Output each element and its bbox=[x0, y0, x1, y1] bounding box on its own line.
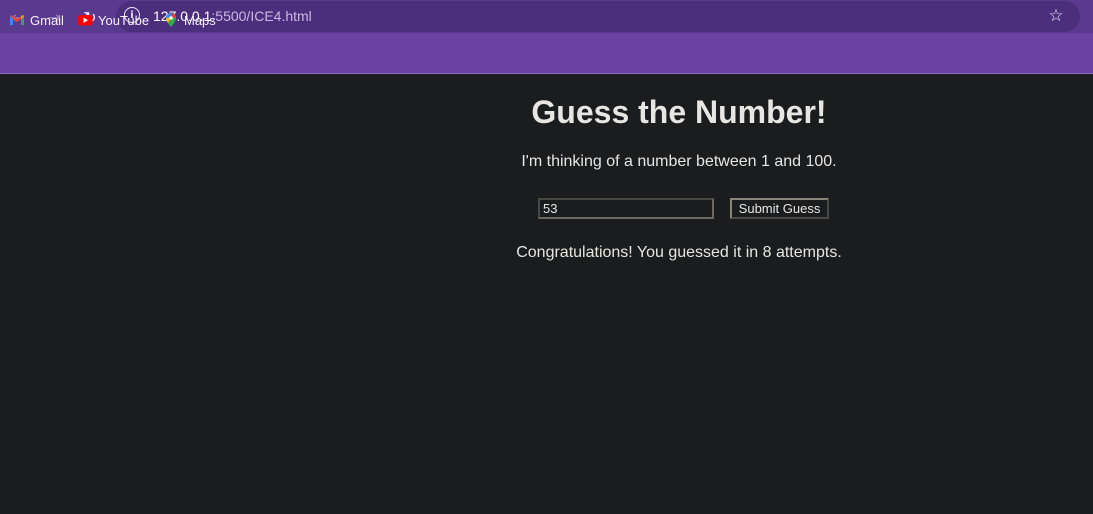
maps-icon bbox=[166, 13, 176, 27]
bookmarks-bar bbox=[0, 33, 1093, 74]
result-message: Congratulations! You guessed it in 8 att… bbox=[516, 244, 842, 261]
bookmark-youtube-label: YouTube bbox=[98, 12, 150, 28]
submit-guess-button[interactable]: Submit Guess bbox=[730, 198, 829, 219]
bookmark-gmail-label: Gmail bbox=[30, 12, 64, 28]
url-path: :5500/ICE4.html bbox=[211, 8, 312, 24]
bookmark-maps[interactable]: Maps bbox=[163, 11, 216, 29]
guess-input[interactable] bbox=[538, 198, 714, 219]
bookmark-star-icon[interactable]: ☆ bbox=[1044, 4, 1068, 28]
gmail-icon bbox=[10, 15, 24, 25]
bookmark-maps-label: Maps bbox=[184, 12, 216, 28]
page-title: Guess the Number! bbox=[531, 94, 827, 130]
youtube-icon bbox=[77, 15, 93, 26]
instructions-text: I'm thinking of a number between 1 and 1… bbox=[521, 153, 837, 170]
page-content bbox=[0, 74, 1093, 514]
bookmark-gmail[interactable]: Gmail bbox=[9, 11, 64, 29]
bookmark-youtube[interactable]: YouTube bbox=[77, 11, 149, 29]
